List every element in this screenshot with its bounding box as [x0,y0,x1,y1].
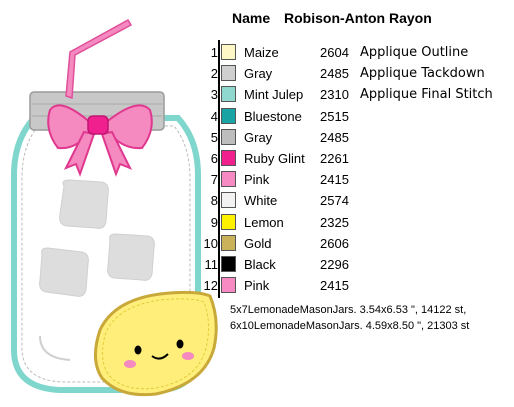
color-name: Gray [244,129,273,145]
color-name: Black [244,257,276,272]
thread-code: 2574 [320,193,349,209]
thread-code: 2296 [320,257,349,272]
thread-code: 2310 [320,87,349,103]
stitch-step: Applique Tackdown [360,66,485,82]
color-name: Pink [244,278,270,294]
color-swatch [221,128,236,145]
color-swatch [221,171,236,188]
color-swatch [221,213,236,230]
color-number: 7 [210,172,218,188]
color-name: Bluestone [244,108,302,124]
stitch-step: Applique Final Stitch [360,87,493,103]
color-number: 1 [210,45,218,60]
color-row: 7 Pink 2415 [196,169,514,190]
ice-cube [59,179,109,229]
color-number: 10 [203,235,218,251]
color-swatch [221,86,236,103]
color-number: 11 [204,257,219,272]
file-size-6x10: 6x10LemonadeMasonJars. 4.59x8.50 ", 2130… [230,320,470,332]
ice-cube [107,233,155,281]
color-row: 1 Maize 2604 Applique Outline [196,42,514,63]
straw [65,18,133,100]
color-row: 8 White 2574 [196,190,514,211]
thread-code: 2485 [320,66,349,82]
color-number: 8 [210,193,218,209]
color-number: 12 [203,278,218,294]
bow-knot [87,115,109,135]
thread-code: 2261 [320,151,349,166]
thread-code: 2604 [320,45,349,60]
color-swatch [221,256,236,272]
color-row: 9 Lemon 2325 [196,212,514,233]
thread-code: 2606 [320,235,349,251]
color-name: Ruby Glint [244,151,305,166]
color-row: 2 Gray 2485 Applique Tackdown [196,63,514,84]
color-name: Gold [244,235,272,251]
color-row: 6 Ruby Glint 2261 [196,148,514,169]
thread-code: 2325 [320,214,349,230]
color-name: Gray [244,66,273,82]
column-divider [218,40,220,299]
thread-code: 2485 [320,129,349,145]
file-size-5x7: 5x7LemonadeMasonJars. 3.54x6.53 ", 14122… [230,304,467,316]
color-row: 4 Bluestone 2515 [196,106,514,127]
color-number: 9 [210,214,218,230]
color-swatch [221,150,236,166]
color-row: 5 Gray 2485 [196,127,514,148]
color-swatch [221,107,236,124]
color-number: 2 [210,66,218,82]
color-number: 4 [210,108,218,124]
stitch-step: Applique Outline [360,45,469,60]
color-name: Lemon [244,214,284,230]
color-swatch [221,234,236,251]
thread-brand: Robison-Anton Rayon [284,10,432,26]
color-name: Mint Julep [244,87,304,103]
color-swatch [221,277,236,294]
color-row: 12 Pink 2415 [196,275,514,296]
color-number: 5 [210,129,218,145]
ice-cube [39,247,89,297]
color-swatch [221,192,236,209]
color-number: 3 [210,87,218,103]
color-row: 10 Gold 2606 [196,233,514,254]
thread-code: 2415 [320,278,349,294]
color-name: White [244,193,278,209]
color-name: Pink [244,172,270,188]
thread-code: 2515 [320,108,349,124]
color-row: 11 Black 2296 [196,254,514,275]
color-swatch [221,44,236,60]
color-number: 6 [210,151,218,166]
thread-code: 2415 [320,172,349,188]
name-column-header: Name [232,10,271,26]
color-row: 3 Mint Julep 2310 Applique Final Stitch [196,84,514,105]
color-name: Maize [244,45,279,60]
color-swatch [221,65,236,82]
